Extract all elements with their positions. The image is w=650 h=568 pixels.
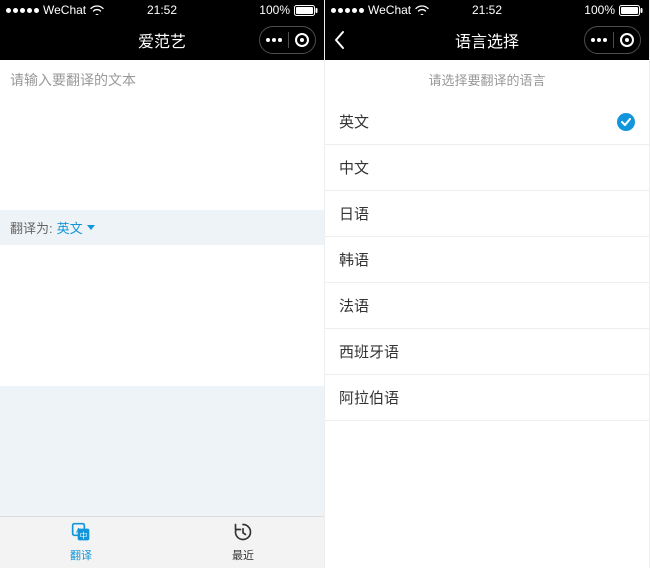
signal-dots-icon xyxy=(331,8,364,13)
battery-icon xyxy=(294,5,318,16)
carrier-label: WeChat xyxy=(43,3,86,17)
carrier-label: WeChat xyxy=(368,3,411,17)
input-placeholder: 请输入要翻译的文本 xyxy=(10,70,314,90)
output-bottom-panel xyxy=(0,386,324,516)
language-name: 韩语 xyxy=(339,249,369,270)
language-item-korean[interactable]: 韩语 xyxy=(325,237,649,283)
translate-output xyxy=(0,245,324,386)
mini-program-capsule[interactable] xyxy=(259,26,316,54)
content-left: 请输入要翻译的文本 翻译为: 英文 A中 翻译 最近 xyxy=(0,60,324,568)
nav-bar: 语言选择 xyxy=(325,20,649,60)
capsule-divider xyxy=(288,32,289,48)
back-button[interactable] xyxy=(333,28,357,52)
status-bar: WeChat 21:52 100% xyxy=(0,0,324,20)
battery-icon xyxy=(619,5,643,16)
language-name: 日语 xyxy=(339,203,369,224)
language-item-chinese[interactable]: 中文 xyxy=(325,145,649,191)
chevron-down-icon xyxy=(87,225,95,230)
tab-translate[interactable]: A中 翻译 xyxy=(0,517,162,568)
translate-label: 翻译为: xyxy=(10,218,53,237)
language-item-french[interactable]: 法语 xyxy=(325,283,649,329)
status-time: 21:52 xyxy=(472,3,502,17)
language-name: 西班牙语 xyxy=(339,341,399,362)
signal-dots-icon xyxy=(6,8,39,13)
wifi-icon xyxy=(415,5,429,15)
tab-bar: A中 翻译 最近 xyxy=(0,516,324,568)
page-title: 语言选择 xyxy=(455,28,519,52)
history-icon xyxy=(233,522,253,545)
nav-bar: 爱范艺 xyxy=(0,20,324,60)
close-target-icon[interactable] xyxy=(295,33,309,47)
capsule-divider xyxy=(613,32,614,48)
wifi-icon xyxy=(90,5,104,15)
chevron-left-icon xyxy=(333,30,345,50)
battery-percent: 100% xyxy=(259,3,290,17)
language-name: 法语 xyxy=(339,295,369,316)
svg-text:中: 中 xyxy=(80,530,88,540)
language-name: 中文 xyxy=(339,157,369,178)
language-name: 阿拉伯语 xyxy=(339,387,399,408)
hint-text: 请选择要翻译的语言 xyxy=(325,60,649,99)
status-time: 21:52 xyxy=(147,3,177,17)
mini-program-capsule[interactable] xyxy=(584,26,641,54)
close-target-icon[interactable] xyxy=(620,33,634,47)
language-item-arabic[interactable]: 阿拉伯语 xyxy=(325,375,649,421)
translate-target-lang: 英文 xyxy=(57,218,83,237)
language-item-spanish[interactable]: 西班牙语 xyxy=(325,329,649,375)
translate-language-selector[interactable]: 翻译为: 英文 xyxy=(0,210,324,245)
content-right: 请选择要翻译的语言 英文 中文 日语 韩语 法语 西班牙语 xyxy=(325,60,649,568)
translate-icon: A中 xyxy=(71,522,91,545)
tab-label: 最近 xyxy=(232,547,254,563)
translate-input[interactable]: 请输入要翻译的文本 xyxy=(0,60,324,210)
tab-recent[interactable]: 最近 xyxy=(162,517,324,568)
language-item-japanese[interactable]: 日语 xyxy=(325,191,649,237)
battery-percent: 100% xyxy=(584,3,615,17)
page-title: 爱范艺 xyxy=(138,28,186,52)
more-icon[interactable] xyxy=(591,38,607,42)
phone-right: WeChat 21:52 100% 语言选择 请选择要翻译的语言 英文 xyxy=(325,0,650,568)
status-bar: WeChat 21:52 100% xyxy=(325,0,649,20)
tab-label: 翻译 xyxy=(70,547,92,563)
language-item-english[interactable]: 英文 xyxy=(325,99,649,145)
language-name: 英文 xyxy=(339,111,369,132)
check-icon xyxy=(617,113,635,131)
more-icon[interactable] xyxy=(266,38,282,42)
language-list: 英文 中文 日语 韩语 法语 西班牙语 阿拉伯语 xyxy=(325,99,649,421)
phone-left: WeChat 21:52 100% 爱范艺 请输入要翻译的文本 翻译为: 英文 xyxy=(0,0,325,568)
